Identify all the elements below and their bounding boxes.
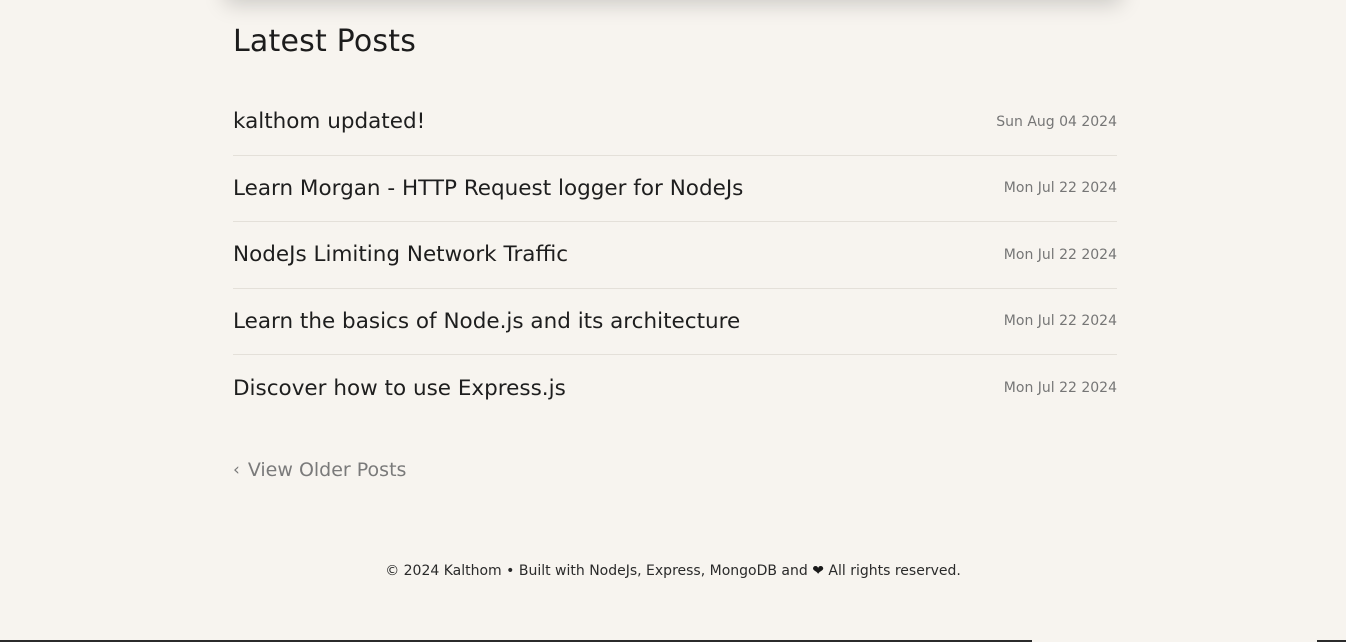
site-footer: © 2024 Kalthom • Built with NodeJs, Expr… xyxy=(0,563,1346,579)
page-title: Latest Posts xyxy=(233,24,417,59)
view-older-posts-link[interactable]: ‹ View Older Posts xyxy=(233,459,406,481)
footer-text: © 2024 Kalthom • Built with NodeJs, Expr… xyxy=(385,563,808,579)
post-list: kalthom updated! Sun Aug 04 2024 Learn M… xyxy=(233,89,1117,422)
post-title-link[interactable]: Learn Morgan - HTTP Request logger for N… xyxy=(233,176,743,201)
post-date: Sun Aug 04 2024 xyxy=(996,113,1117,130)
post-list-item[interactable]: kalthom updated! Sun Aug 04 2024 xyxy=(233,89,1117,156)
post-date: Mon Jul 22 2024 xyxy=(1003,380,1117,397)
post-title-link[interactable]: Learn the basics of Node.js and its arch… xyxy=(233,309,740,334)
footer-rights-text: All rights reserved. xyxy=(828,563,961,579)
view-older-posts-label: View Older Posts xyxy=(247,459,407,481)
post-title-link[interactable]: Discover how to use Express.js xyxy=(233,376,566,401)
heart-icon: ❤ xyxy=(812,563,824,579)
post-date: Mon Jul 22 2024 xyxy=(1003,313,1117,330)
post-date: Mon Jul 22 2024 xyxy=(1003,246,1117,263)
post-list-item[interactable]: Learn the basics of Node.js and its arch… xyxy=(233,289,1117,355)
post-title-link[interactable]: NodeJs Limiting Network Traffic xyxy=(233,242,568,267)
chevron-left-icon: ‹ xyxy=(233,460,240,480)
post-list-item[interactable]: Discover how to use Express.js Mon Jul 2… xyxy=(233,355,1117,422)
post-list-item[interactable]: Learn Morgan - HTTP Request logger for N… xyxy=(233,156,1117,222)
post-list-item[interactable]: NodeJs Limiting Network Traffic Mon Jul … xyxy=(233,222,1117,289)
post-title-link[interactable]: kalthom updated! xyxy=(233,109,425,134)
post-date: Mon Jul 22 2024 xyxy=(1003,180,1117,197)
